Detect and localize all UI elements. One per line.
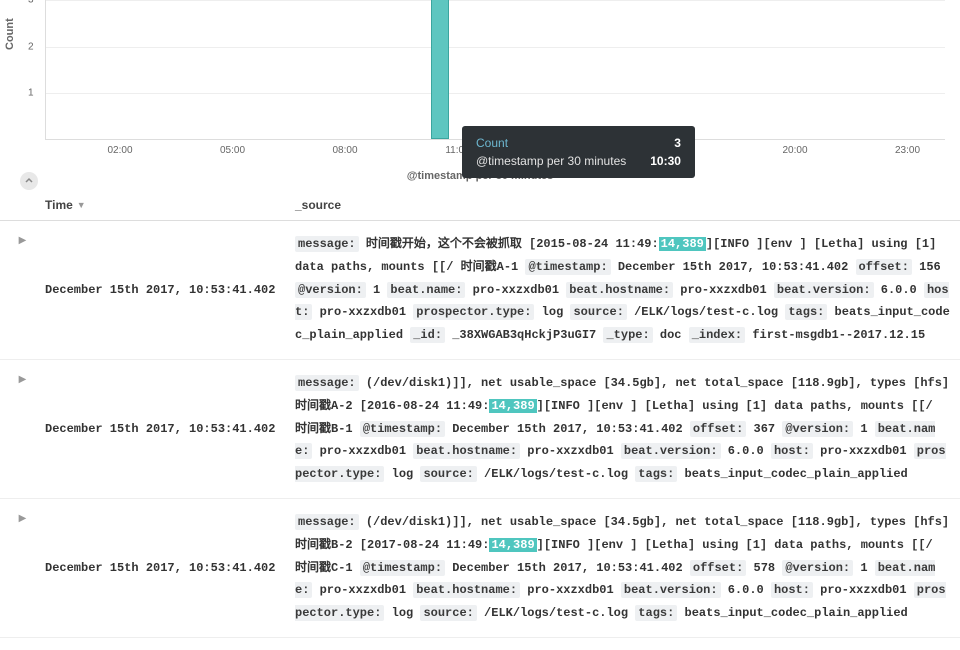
expand-row-button[interactable]: ▶: [0, 511, 45, 625]
y-axis-label: Count: [4, 18, 16, 50]
tooltip-count-value: 3: [674, 136, 681, 150]
expand-row-button[interactable]: ▶: [0, 233, 45, 347]
expand-row-button[interactable]: ▶: [0, 372, 45, 486]
chart-tooltip: Count 3 @timestamp per 30 minutes 10:30: [462, 126, 695, 178]
collapse-chart-button[interactable]: [20, 172, 38, 190]
histogram-chart[interactable]: Count 123 02:0005:0008:0011:0014:0017:00…: [0, 0, 960, 190]
column-source[interactable]: _source: [295, 198, 960, 212]
row-time: December 15th 2017, 10:53:41.402: [45, 511, 295, 625]
x-tick: 02:00: [107, 145, 132, 156]
tooltip-count-label: Count: [476, 136, 508, 150]
tooltip-time-label: @timestamp per 30 minutes: [476, 154, 626, 168]
y-tick: 1: [28, 88, 34, 99]
x-tick: 23:00: [895, 145, 920, 156]
column-time-label: Time: [45, 198, 73, 212]
table-row: ▶December 15th 2017, 10:53:41.402message…: [0, 221, 960, 360]
tooltip-time-value: 10:30: [650, 154, 681, 168]
row-time: December 15th 2017, 10:53:41.402: [45, 233, 295, 347]
y-tick: 3: [28, 0, 34, 6]
x-tick: 20:00: [782, 145, 807, 156]
row-time: December 15th 2017, 10:53:41.402: [45, 372, 295, 486]
y-tick: 2: [28, 41, 34, 52]
sort-desc-icon: ▼: [77, 200, 86, 210]
table-row: ▶December 15th 2017, 10:53:41.402message…: [0, 499, 960, 638]
table-row: ▶December 15th 2017, 10:53:41.402message…: [0, 360, 960, 499]
plot-area: 123: [45, 0, 945, 140]
row-source: message (/dev/disk1)]], net usable_space…: [295, 372, 960, 486]
row-source: message (/dev/disk1)]], net usable_space…: [295, 511, 960, 625]
results-table: Time ▼ _source ▶December 15th 2017, 10:5…: [0, 190, 960, 638]
histogram-bar[interactable]: [431, 0, 449, 139]
column-time[interactable]: Time ▼: [45, 198, 295, 212]
x-tick: 08:00: [332, 145, 357, 156]
x-tick: 05:00: [220, 145, 245, 156]
row-source: message 时间戳开始，这个不会被抓取 [2015-08-24 11:49:…: [295, 233, 960, 347]
table-header: Time ▼ _source: [0, 190, 960, 221]
